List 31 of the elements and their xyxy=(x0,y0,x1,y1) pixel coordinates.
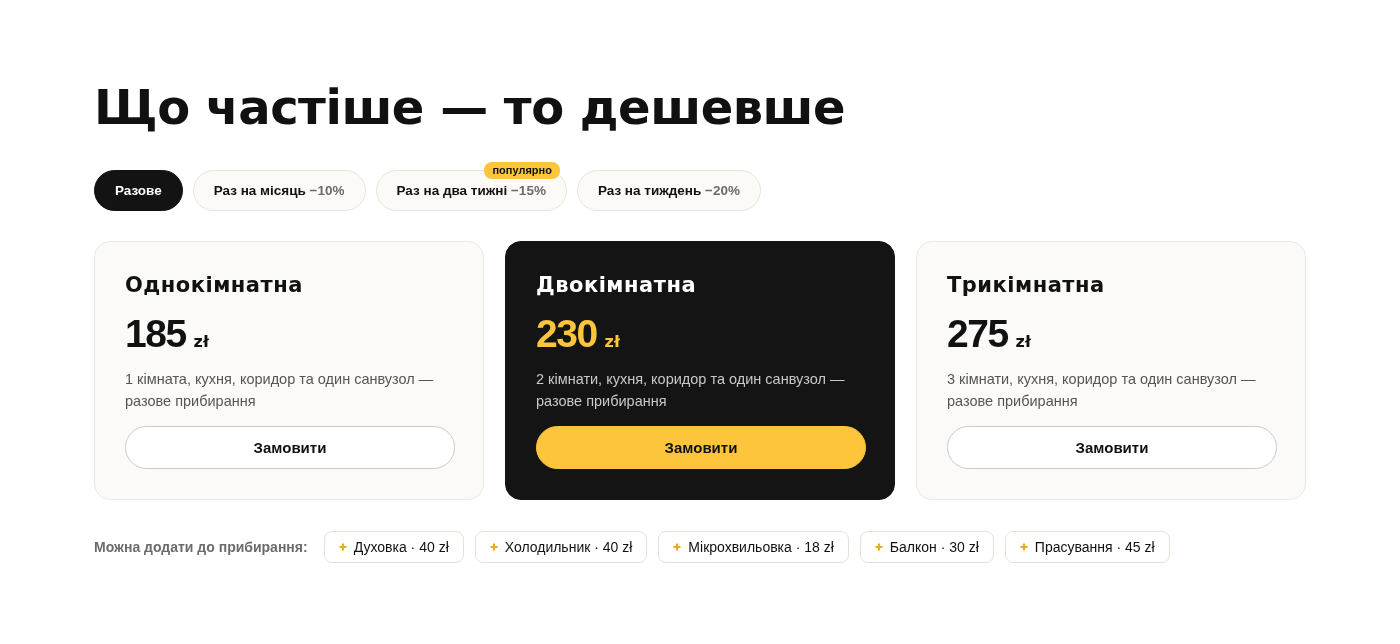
currency-label: zł xyxy=(1015,332,1031,351)
order-button[interactable]: Замовити xyxy=(536,426,866,469)
addon-chip[interactable]: Холодильник · 40 zł xyxy=(474,531,648,563)
plan-description: 2 кімнати, кухня, коридор та один санвузол — разове прибирання xyxy=(536,370,846,411)
frequency-tab[interactable]: Раз на місяць −10% xyxy=(192,170,366,211)
plan-title: Двокімнатна xyxy=(536,273,697,297)
plus-icon xyxy=(673,543,682,551)
plan-title: Однокімнатна xyxy=(125,273,303,297)
plus-icon xyxy=(338,543,347,551)
frequency-tab[interactable]: Разове xyxy=(94,170,183,211)
plan-price: 275 xyxy=(947,314,1008,354)
order-button[interactable]: Замовити xyxy=(125,426,455,469)
plan-title: Трикімнатна xyxy=(947,273,1105,297)
plus-icon xyxy=(489,543,498,551)
plan-description: 1 кімната, кухня, коридор та один санвузол — разове прибирання xyxy=(125,370,435,411)
order-button[interactable]: Замовити xyxy=(947,426,1277,469)
plus-icon xyxy=(874,543,883,551)
plan-price: 230 xyxy=(536,314,597,354)
section-heading: Що частіше — то дешевше xyxy=(94,80,846,135)
currency-label: zł xyxy=(193,332,209,351)
frequency-tab[interactable]: Раз на тиждень −20% xyxy=(576,170,761,211)
currency-label: zł xyxy=(604,332,620,351)
addon-chip[interactable]: Прасування · 45 zł xyxy=(1004,531,1170,563)
popular-badge: популярно xyxy=(484,162,560,179)
addon-chip[interactable]: Духовка · 40 zł xyxy=(323,531,464,563)
addons-label: Можна додати до прибирання: xyxy=(94,539,308,555)
plus-icon xyxy=(1019,543,1028,551)
plan-description: 3 кімнати, кухня, коридор та один санвузол — разове прибирання xyxy=(947,370,1257,411)
plan-price: 185 xyxy=(125,314,186,354)
addon-chip[interactable]: Балкон · 30 zł xyxy=(859,531,994,563)
addon-chip[interactable]: Мікрохвильовка · 18 zł xyxy=(658,531,849,563)
